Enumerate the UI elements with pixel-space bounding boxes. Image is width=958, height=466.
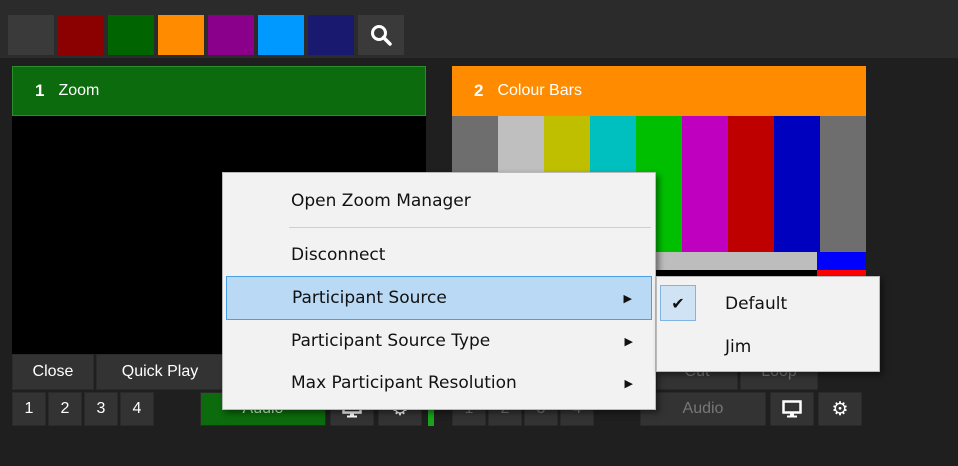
input-2-monitor-button[interactable] — [770, 392, 814, 426]
submenu-arrow-icon: ▶ — [624, 334, 633, 348]
gear-icon: ⚙ — [831, 398, 849, 420]
search-icon — [371, 25, 392, 46]
input-2-settings-button[interactable]: ⚙ — [818, 392, 862, 426]
submenu-arrow-icon: ▶ — [624, 376, 633, 390]
submenu-item-default[interactable]: ✔ Default — [657, 283, 879, 325]
input-1-quick-play-button[interactable]: Quick Play — [96, 354, 224, 390]
input-1-overlay-2-button[interactable]: 2 — [48, 392, 82, 426]
menu-item-label: Max Participant Resolution — [291, 373, 517, 393]
color-swatch-green[interactable] — [108, 15, 154, 55]
participant-source-submenu: ✔ Default Jim — [656, 276, 880, 372]
input-2-header[interactable]: 2 Colour Bars — [452, 66, 866, 116]
menu-item-label: Participant Source — [292, 288, 447, 308]
menu-item-label: Disconnect — [291, 245, 386, 265]
menu-item-label: Participant Source Type — [291, 331, 491, 351]
check-icon: ✔ — [660, 285, 696, 321]
submenu-item-label: Jim — [725, 337, 752, 357]
color-swatch-red[interactable] — [58, 15, 104, 55]
color-swatch-orange[interactable] — [158, 15, 204, 55]
menu-separator — [289, 227, 651, 228]
input-1-overlay-4-button[interactable]: 4 — [120, 392, 154, 426]
submenu-arrow-icon: ▶ — [623, 291, 632, 305]
color-swatch-none[interactable] — [8, 15, 54, 55]
input-1-number: 1 — [35, 81, 45, 100]
color-swatch-blue[interactable] — [258, 15, 304, 55]
input-1-overlay-1-button[interactable]: 1 — [12, 392, 46, 426]
menu-item-participant-source-type[interactable]: Participant Source Type ▶ — [223, 321, 655, 361]
submenu-item-jim[interactable]: Jim — [657, 327, 879, 367]
input-1-overlay-3-button[interactable]: 3 — [84, 392, 118, 426]
color-swatch-navy[interactable] — [308, 15, 354, 55]
input-1-header[interactable]: 1 Zoom — [12, 66, 426, 116]
monitor-icon — [782, 400, 802, 418]
menu-item-participant-source[interactable]: Participant Source ▶ — [226, 276, 652, 320]
menu-item-label: Open Zoom Manager — [291, 191, 471, 211]
input-1-close-button[interactable]: Close — [12, 354, 94, 390]
context-menu: Open Zoom Manager Disconnect Participant… — [222, 172, 656, 410]
input-2-audio-button[interactable]: Audio — [640, 392, 766, 426]
color-swatch-purple[interactable] — [208, 15, 254, 55]
input-1-title: Zoom — [58, 82, 100, 99]
submenu-item-label: Default — [725, 294, 788, 314]
input-2-title: Colour Bars — [497, 82, 582, 99]
input-2-number: 2 — [474, 81, 484, 100]
menu-item-open-zoom-manager[interactable]: Open Zoom Manager — [223, 181, 655, 221]
menu-item-max-participant-resolution[interactable]: Max Participant Resolution ▶ — [223, 363, 655, 403]
menu-item-disconnect[interactable]: Disconnect — [223, 235, 655, 275]
search-button[interactable] — [358, 15, 404, 55]
